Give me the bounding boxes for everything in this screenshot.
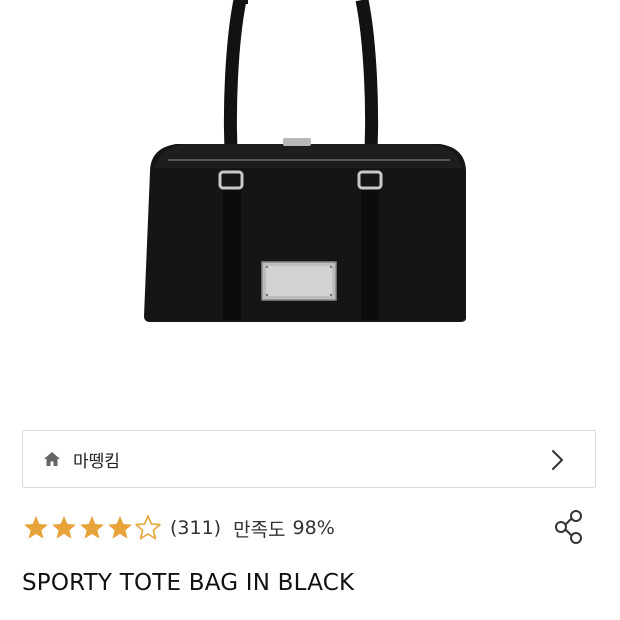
store-link[interactable]: 마뗑킴 <box>22 430 596 488</box>
star-full-icon <box>80 516 104 539</box>
tote-bag-image <box>144 0 466 322</box>
chevron-right-icon <box>547 449 567 471</box>
star-partial-icon <box>135 515 161 540</box>
share-icon[interactable] <box>552 508 586 546</box>
satisfaction-value: 98% <box>292 517 335 539</box>
star-full-icon <box>108 516 132 539</box>
star-full-icon <box>52 516 76 539</box>
star-full-icon <box>24 516 48 539</box>
product-image[interactable] <box>0 0 620 412</box>
review-count[interactable]: (311) <box>170 517 221 539</box>
rating-row: (311) 만족도 98% <box>22 508 598 548</box>
store-name: 마뗑킴 <box>73 451 120 472</box>
satisfaction-label: 만족도 <box>233 518 286 541</box>
home-icon <box>43 449 63 469</box>
product-title: SPORTY TOTE BAG IN BLACK <box>22 570 355 596</box>
star-rating <box>22 514 162 542</box>
